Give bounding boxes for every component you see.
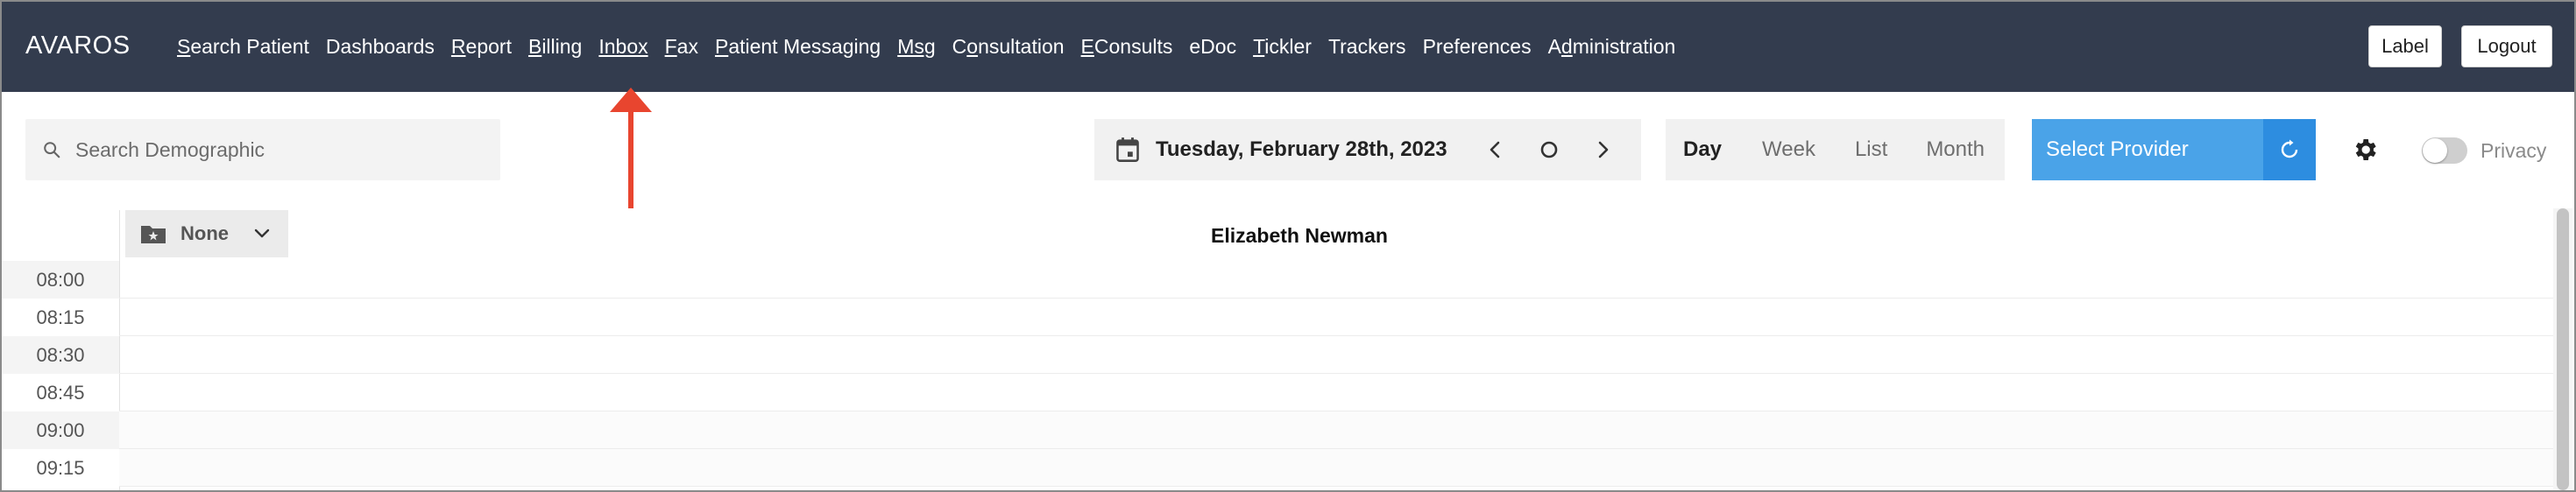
chevron-right-icon (1598, 141, 1609, 158)
next-day-button[interactable] (1576, 119, 1631, 180)
appointment-slot[interactable] (119, 449, 2555, 487)
logout-button[interactable]: Logout (2461, 25, 2552, 67)
time-slot-label: 09:00 (2, 411, 119, 449)
tab-week[interactable]: Week (1762, 137, 1815, 162)
chevron-down-icon (254, 228, 270, 238)
top-nav-bar: AVAROS Search Patient Dashboards Report Bil… (2, 2, 2574, 92)
calendar-icon[interactable] (1115, 137, 1140, 163)
select-provider-button[interactable]: Select Provider (2032, 119, 2263, 180)
refresh-icon (2281, 139, 2298, 158)
search-demographic[interactable] (25, 119, 500, 180)
group-dropdown[interactable]: None (125, 210, 288, 257)
nav-item-fax[interactable]: Fax (665, 35, 698, 59)
appointment-slot[interactable] (119, 299, 2555, 336)
appointment-slot[interactable] (119, 261, 2555, 299)
nav-item-consultation[interactable]: Consultation (952, 35, 1065, 59)
nav-item-edoc[interactable]: eDoc (1189, 35, 1236, 59)
search-input[interactable] (74, 137, 480, 163)
time-slot-label: 08:30 (2, 336, 119, 374)
current-date: Tuesday, February 28th, 2023 (1156, 137, 1447, 161)
nav-item-dashboards[interactable]: Dashboards (326, 35, 435, 59)
nav-item-search-patient[interactable]: Search Patient (177, 35, 309, 59)
time-slot-label: 09:15 (36, 456, 85, 479)
privacy-toggle[interactable] (2422, 137, 2467, 164)
folder-star-icon (141, 226, 166, 243)
nav-item-trackers[interactable]: Trackers (1328, 35, 1406, 59)
view-switcher: Day Week List Month (1666, 119, 2005, 180)
nav-item-billing[interactable]: Billing (528, 35, 582, 59)
appointment-slot[interactable] (119, 374, 2555, 411)
scrollbar-thumb[interactable] (2557, 208, 2569, 490)
date-navigator: Tuesday, February 28th, 2023 (1094, 119, 1641, 180)
annotation-arrow-icon (610, 88, 652, 208)
nav-item-patient-messaging[interactable]: Patient Messaging (715, 35, 881, 59)
provider-column-header: Elizabeth Newman (1211, 224, 1388, 247)
previous-day-button[interactable] (1468, 119, 1522, 180)
tab-list[interactable]: List (1855, 137, 1887, 162)
brand-logo[interactable]: AVAROS (25, 32, 131, 60)
circle-icon (1540, 141, 1558, 158)
appointment-grid (119, 261, 2555, 487)
label-button[interactable]: Label (2368, 25, 2442, 67)
refresh-button[interactable] (2263, 119, 2316, 180)
time-slot-label: 08:15 (36, 306, 85, 328)
chevron-left-icon (1490, 141, 1500, 158)
nav-item-econsults[interactable]: EConsults (1081, 35, 1173, 59)
vertical-scrollbar[interactable] (2553, 208, 2572, 490)
nav-item-report[interactable]: Report (451, 35, 512, 59)
nav-item-msg[interactable]: Msg (897, 35, 935, 59)
main-menu: Search Patient Dashboards Report Billing Inb… (177, 35, 1692, 59)
today-button[interactable] (1522, 119, 1576, 180)
nav-item-inbox[interactable]: Inbox (598, 35, 648, 59)
time-column: 08:00 08:15 08:30 08:45 09:00 09:15 (2, 261, 119, 487)
nav-item-preferences[interactable]: Preferences (1423, 35, 1532, 59)
appointment-slot[interactable] (119, 336, 2555, 374)
nav-item-administration[interactable]: Administration (1548, 35, 1676, 59)
gear-icon[interactable] (2351, 136, 2379, 164)
tab-day[interactable]: Day (1683, 137, 1722, 162)
appointment-slot[interactable] (119, 411, 2555, 449)
time-slot-label: 08:45 (36, 381, 85, 404)
toggle-knob (2423, 138, 2447, 163)
privacy-label: Privacy (2480, 139, 2547, 162)
nav-item-tickler[interactable]: Tickler (1253, 35, 1312, 59)
search-icon (44, 142, 60, 158)
app-window: AVAROS Search Patient Dashboards Report Bil… (0, 0, 2576, 492)
group-selected-value: None (180, 222, 229, 244)
tab-month[interactable]: Month (1926, 137, 1985, 162)
time-slot-label: 08:00 (2, 261, 119, 299)
